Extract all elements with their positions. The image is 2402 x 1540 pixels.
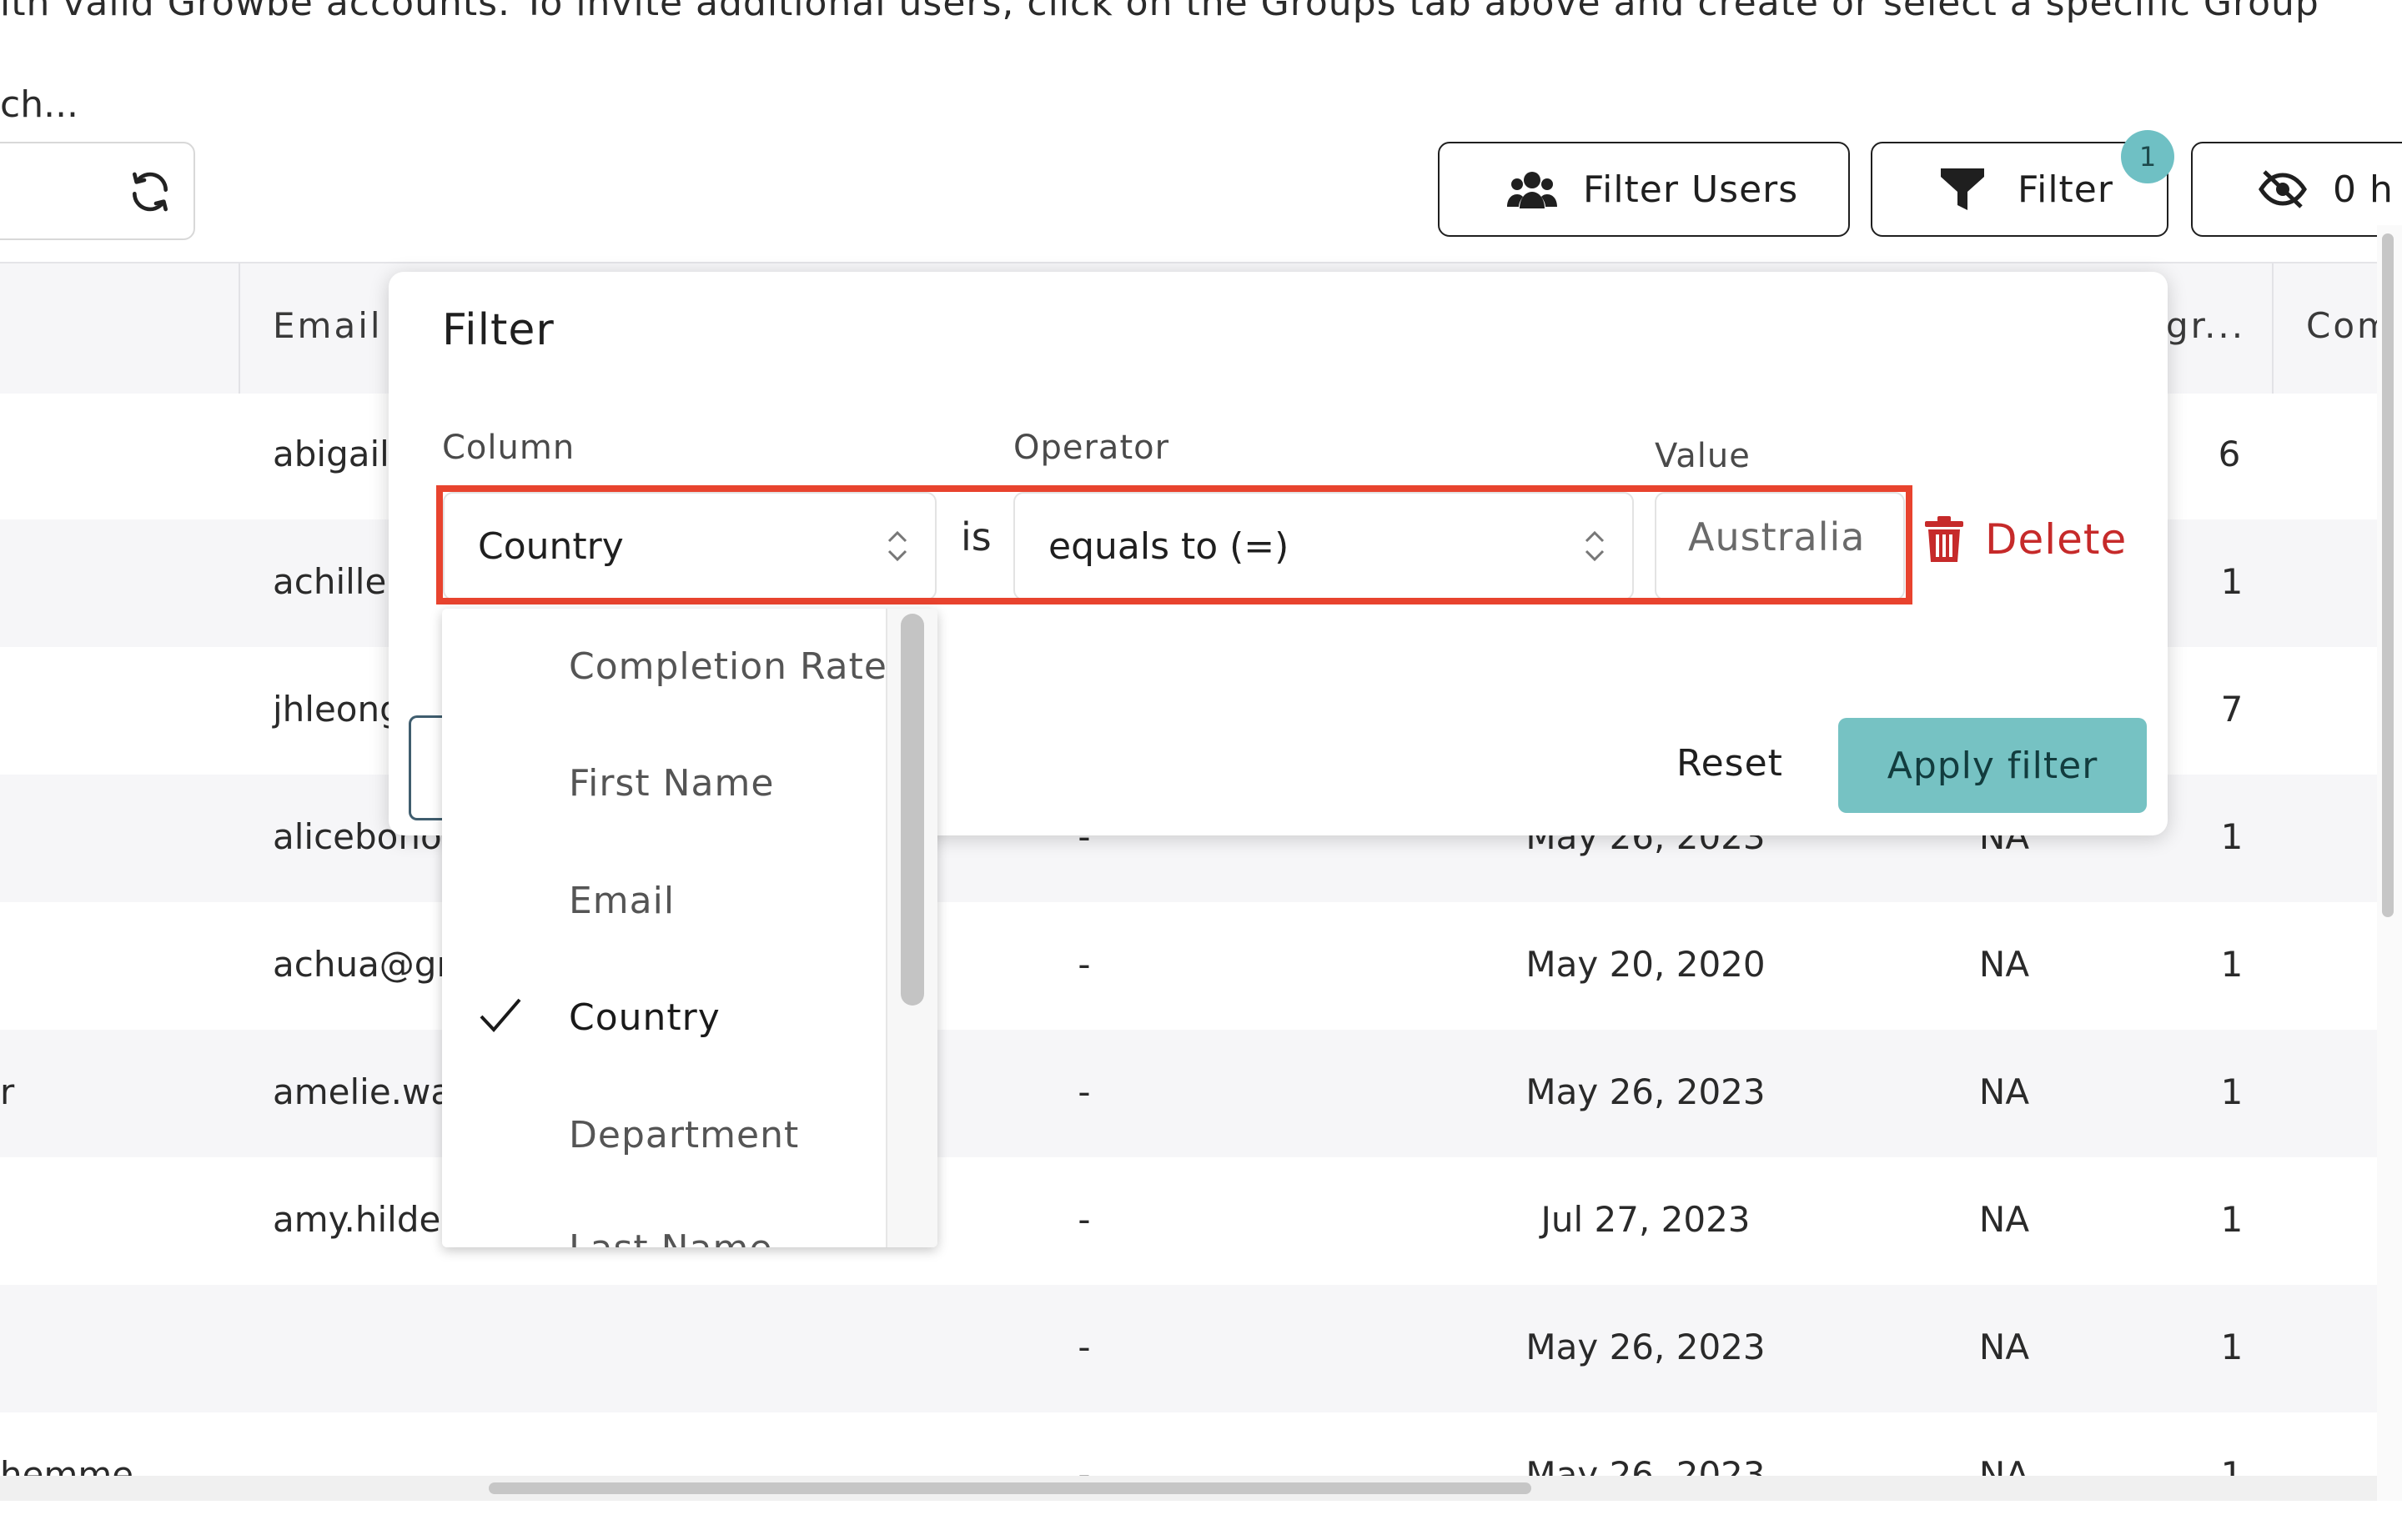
refresh-icon[interactable] [127,168,173,215]
cell-status: NA [1978,1199,2030,1240]
filter-users-label: Filter Users [1583,168,1799,211]
value-label: Value [1655,437,1751,475]
table-row[interactable]: r amelie.wa - May 26, 2023 NA 1 [0,1030,2385,1157]
checkmark-icon [480,998,521,1032]
operator-label: Operator [1013,429,1170,467]
cell-date: May 26, 2023 [1525,1071,1766,1112]
cell-dash: - [1078,1327,1091,1367]
page-description: ith valid Growbe accounts. To invite add… [0,0,2319,24]
vertical-scrollbar-thumb[interactable] [2382,233,2394,917]
cell-email: abigail [273,434,389,474]
search-label: ch... [0,83,79,126]
cell-count: 1 [2220,1071,2244,1112]
table-row[interactable]: achua@gm - May 20, 2020 NA 1 [0,902,2385,1030]
filter-panel-title: Filter [442,305,555,355]
cell-status: NA [1978,1327,2030,1367]
cell-dash: - [1078,1199,1091,1240]
column-dropdown: Completion Rate First Name Email Country… [442,609,937,1247]
cell-date: May 26, 2023 [1525,1327,1766,1367]
cell-status: NA [1978,944,2030,985]
dropdown-scrollbar-thumb[interactable] [901,614,924,1006]
dropdown-option[interactable]: Last Name [569,1227,772,1247]
cell-count: 1 [2220,944,2244,985]
header-progress[interactable]: gr... [2166,305,2245,346]
cell-name: r [0,1071,15,1112]
apply-filter-button[interactable]: Apply filter [1838,718,2147,813]
cell-status: NA [1978,1071,2030,1112]
reset-button[interactable]: Reset [1676,742,1783,785]
trash-icon [1925,516,1963,562]
hidden-columns-label: 0 h [2333,168,2394,211]
search-input[interactable] [0,142,195,240]
cell-date: Jul 27, 2023 [1540,1199,1751,1240]
highlight-box [436,485,1912,604]
delete-label: Delete [1985,515,2128,564]
table-row[interactable]: - May 26, 2023 NA 1 [0,1285,2385,1412]
filter-count-badge: 1 [2121,130,2174,183]
cell-count: 1 [2220,1199,2244,1240]
eye-slash-icon [2259,170,2307,208]
dropdown-option[interactable]: Department [569,1114,799,1156]
column-divider [2272,263,2274,394]
dropdown-option-selected[interactable]: Country [569,996,721,1039]
delete-filter-button[interactable]: Delete [1923,510,2127,569]
cell-count: 1 [2220,561,2244,602]
cell-count: 1 [2220,1327,2244,1367]
users-icon [1507,172,1557,208]
cell-email: achille. [273,561,398,602]
filter-label: Filter [2018,168,2113,211]
cell-count: 1 [2220,816,2244,857]
funnel-icon [1941,168,1984,210]
dropdown-option[interactable]: Email [569,880,675,922]
table-row[interactable]: amy.hildeb - Jul 27, 2023 NA 1 [0,1157,2385,1285]
dropdown-option[interactable]: Completion Rate [569,645,887,688]
cell-email: jhleong [273,689,402,730]
cell-email: amy.hildeb [273,1199,463,1240]
cell-date: May 20, 2020 [1525,944,1766,985]
dropdown-option[interactable]: First Name [569,762,774,805]
add-filter-button[interactable] [409,715,445,820]
filter-users-button[interactable]: Filter Users [1438,142,1850,237]
cell-dash: - [1078,1071,1091,1112]
column-label: Column [442,429,575,467]
cell-email: achua@gm [273,944,471,985]
column-divider [239,263,240,394]
hidden-columns-button[interactable]: 0 h [2191,142,2402,237]
cell-count: 7 [2220,689,2244,730]
horizontal-scrollbar-thumb[interactable] [489,1482,1531,1494]
header-email[interactable]: Email [273,305,383,346]
cell-dash: - [1078,944,1091,985]
cell-email: amelie.wa [273,1071,453,1112]
cell-count: 6 [2218,434,2241,474]
